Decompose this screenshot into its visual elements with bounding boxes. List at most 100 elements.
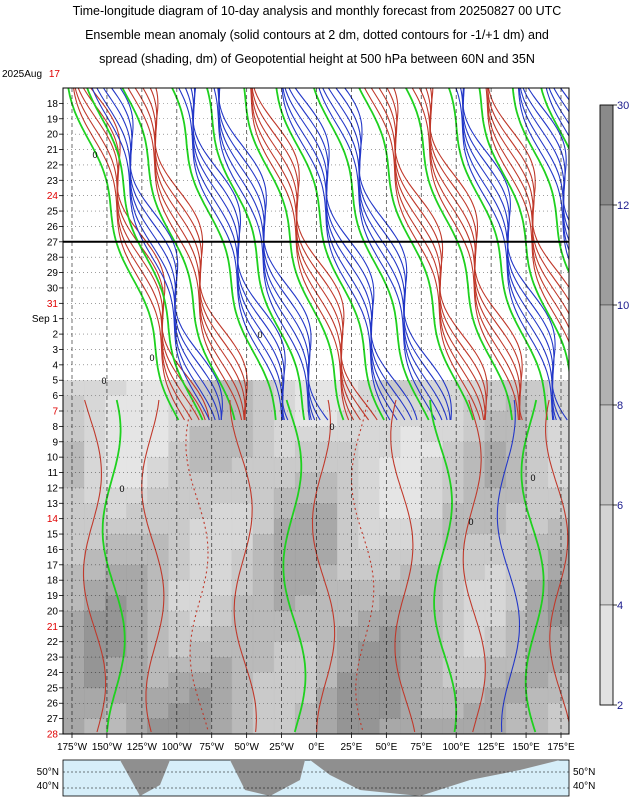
y-tick-label: 30 [47, 283, 59, 294]
spread-cell [421, 595, 443, 612]
spread-cell [484, 595, 507, 612]
spread-cell [379, 672, 401, 689]
x-tick-label: 50°W [234, 742, 259, 753]
spread-cell [358, 718, 380, 734]
spread-cell [463, 426, 486, 443]
spread-cell [168, 472, 190, 489]
spread-cell [273, 441, 296, 458]
colorbar-segment [599, 104, 614, 206]
spread-cell [337, 580, 359, 597]
x-tick-label: 175°W [57, 742, 88, 753]
spread-cell [63, 472, 85, 489]
y-tick-label: 21 [47, 145, 59, 156]
spread-cell [358, 595, 380, 612]
spread-cell [316, 487, 338, 504]
spread-cell [147, 411, 169, 427]
spread-cell [484, 503, 507, 520]
spread-cell [210, 564, 233, 581]
y-tick-label: 5 [52, 376, 58, 387]
spread-cell [505, 503, 528, 520]
spread-cell [316, 657, 338, 673]
spread-cell [252, 610, 275, 627]
spread-cell [337, 549, 359, 566]
spread-cell [505, 687, 528, 704]
spread-cell [484, 534, 507, 550]
spread-cell [168, 687, 190, 704]
spread-cell [147, 595, 169, 612]
spread-cell [189, 657, 212, 673]
spread-cell [463, 549, 486, 566]
spread-cell [484, 641, 507, 658]
spread-cell [63, 503, 85, 520]
spread-cell [294, 564, 317, 581]
zero-contour-label: 0 [329, 422, 334, 432]
spread-cell [337, 672, 359, 689]
spread-cell [126, 441, 148, 458]
spread-cell [526, 457, 549, 474]
spread-cell [126, 718, 148, 734]
spread-cell [526, 487, 549, 504]
spread-cell [316, 718, 338, 734]
spread-cell [168, 672, 190, 689]
spread-cell [63, 703, 85, 720]
spread-cell [273, 672, 296, 689]
spread-cell [252, 626, 275, 643]
spread-cell [189, 641, 212, 658]
spread-cell [168, 657, 190, 673]
spread-cell [126, 641, 148, 658]
spread-cell [252, 672, 275, 689]
spread-cell [463, 595, 486, 612]
spread-cell [252, 534, 275, 550]
spread-cell [231, 626, 254, 643]
spread-cell [294, 610, 317, 627]
spread-cell [126, 395, 148, 412]
colorbar-label: 12 [617, 200, 629, 212]
spread-cell [379, 580, 401, 597]
spread-cell [505, 718, 528, 734]
spread-cell [231, 441, 254, 458]
spread-cell [358, 503, 380, 520]
colorbar-label: 4 [617, 600, 623, 612]
spread-cell [273, 518, 296, 535]
spread-cell [421, 687, 443, 704]
spread-cell [63, 411, 85, 427]
spread-cell [252, 395, 275, 412]
y-tick-label: 21 [47, 622, 59, 633]
spread-cell [294, 641, 317, 658]
spread-cell [189, 595, 212, 612]
spread-cell [400, 441, 422, 458]
y-tick-label: 17 [49, 69, 61, 80]
spread-cell [126, 672, 148, 689]
spread-cell [316, 503, 338, 520]
spread-cell [316, 595, 338, 612]
spread-cell [231, 687, 254, 704]
spread-cell [84, 472, 106, 489]
spread-cell [63, 580, 85, 597]
spread-cell [400, 534, 422, 550]
spread-cell [526, 672, 549, 689]
spread-cell [147, 426, 169, 443]
y-tick-label: 28 [47, 253, 59, 264]
spread-cell [210, 657, 233, 673]
spread-cell [463, 672, 486, 689]
spread-cell [442, 641, 465, 658]
spread-cell [252, 487, 275, 504]
spread-cell [421, 703, 443, 720]
spread-cell [63, 487, 85, 504]
spread-cell [526, 441, 549, 458]
spread-cell [189, 380, 212, 397]
spread-cell [63, 687, 85, 704]
x-tick-label: 100°E [443, 742, 471, 753]
spread-cell [210, 426, 233, 443]
y-tick-label: Sep 1 [32, 314, 59, 325]
spread-cell [147, 487, 169, 504]
y-tick-label: 16 [47, 545, 59, 556]
spread-cell [442, 595, 465, 612]
spread-cell [547, 687, 569, 704]
spread-cell [147, 472, 169, 489]
colorbar-segment [599, 204, 614, 306]
y-tick-label: 26 [47, 222, 59, 233]
spread-cell [147, 441, 169, 458]
spread-cell [63, 534, 85, 550]
x-tick-label: 100°W [162, 742, 193, 753]
